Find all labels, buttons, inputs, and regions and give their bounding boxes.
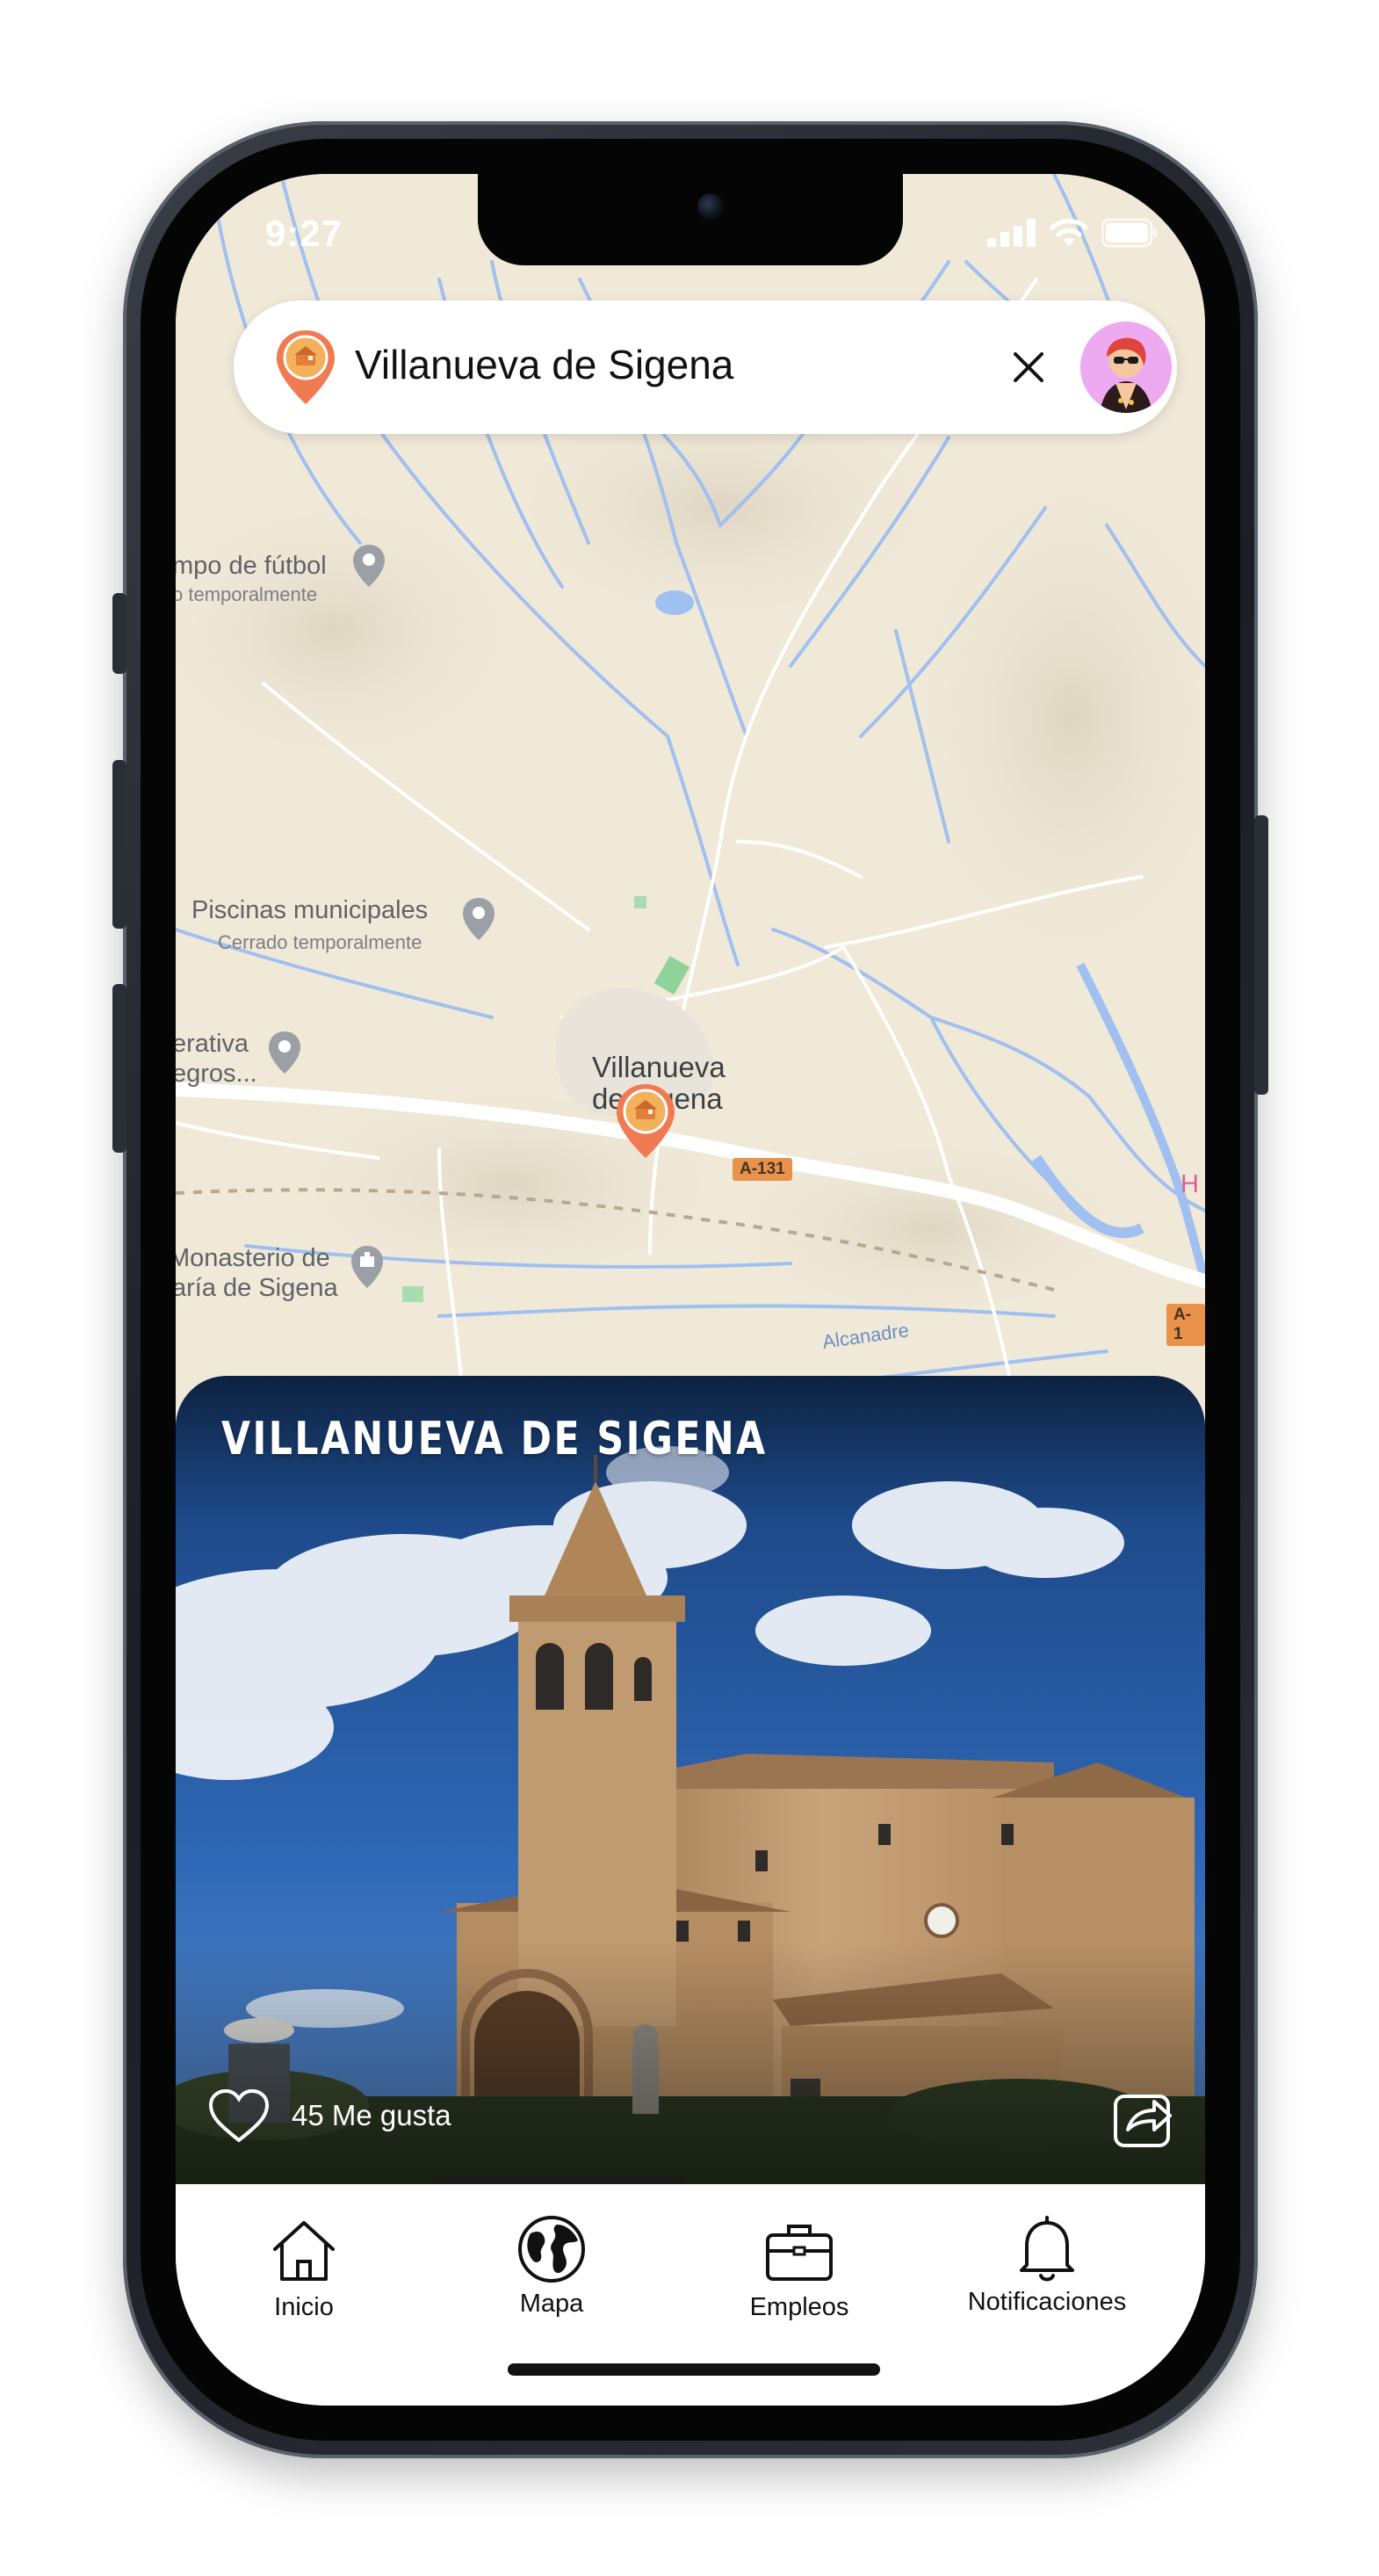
battery-icon [1101, 218, 1157, 248]
volume-up-button [112, 760, 126, 929]
map-label-monastery-1: Monasterio de [176, 1244, 330, 1272]
home-icon [273, 2221, 335, 2281]
tab-mapa-label: Mapa [519, 2290, 584, 2318]
status-time: 9:27 [265, 213, 343, 254]
share-icon[interactable] [1110, 2084, 1177, 2151]
search-bar[interactable]: Villanueva de Sigena [234, 300, 1177, 434]
road-badge: A-131 [733, 1158, 792, 1181]
home-indicator[interactable] [508, 2363, 880, 2376]
map-label-coop-1: erativa [176, 1030, 249, 1058]
road-badge: A-1 [1166, 1304, 1205, 1346]
wifi-icon [1050, 219, 1088, 246]
like-button[interactable]: 45 Me gusta [207, 2088, 451, 2144]
map-label-edge: H [1180, 1170, 1199, 1198]
tab-notificaciones[interactable]: Notificaciones [942, 2216, 1152, 2317]
tab-empleos[interactable]: Empleos [694, 2219, 905, 2322]
tab-inicio[interactable]: Inicio [199, 2219, 409, 2322]
tab-empleos-label: Empleos [749, 2293, 849, 2321]
poi-pin-icon[interactable] [267, 1030, 302, 1075]
mute-switch [112, 593, 126, 674]
notch [478, 174, 903, 265]
card-drag-handle[interactable] [432, 2177, 687, 2184]
bell-icon [1020, 2216, 1074, 2282]
globe-icon [518, 2216, 585, 2283]
cellular-signal-icon [987, 219, 1036, 247]
poi-pin-icon[interactable] [461, 896, 496, 942]
place-title: VILLANUEVA DE SIGENA [221, 1413, 768, 1465]
power-button [1254, 815, 1268, 1095]
status-icons [987, 218, 1158, 248]
user-avatar[interactable] [1080, 322, 1172, 413]
tab-notificaciones-label: Notificaciones [967, 2288, 1127, 2316]
map-label-football: mpo de fútbol [176, 552, 327, 580]
tab-mapa[interactable]: Mapa [446, 2216, 657, 2319]
camera [697, 193, 724, 220]
search-query[interactable]: Villanueva de Sigena [355, 341, 733, 388]
like-count: 45 Me gusta [292, 2099, 451, 2131]
volume-down-button [112, 984, 126, 1153]
map-label-pools: Piscinas municipales [191, 896, 429, 924]
place-card[interactable]: VILLANUEVA DE SIGENA 45 Me gusta [176, 1376, 1205, 2184]
location-pin-icon [277, 330, 335, 404]
map-label-monastery-2: aría de Sigena [176, 1274, 338, 1302]
poi-pin-icon[interactable] [351, 543, 386, 589]
monument-pin-icon[interactable] [350, 1244, 385, 1290]
briefcase-icon [766, 2225, 833, 2281]
place-photo [176, 1376, 1205, 2184]
map-label-coop-2: egros... [176, 1060, 257, 1088]
heart-icon [208, 2088, 270, 2143]
map-label-town-1: Villanueva [592, 1051, 726, 1083]
location-marker-icon[interactable] [613, 1081, 678, 1161]
screen: mpo de fútbol o temporalmente Piscinas m… [176, 174, 1205, 2406]
map-sublabel-football: o temporalmente [176, 583, 318, 605]
tab-inicio-label: Inicio [274, 2293, 334, 2321]
close-icon [1014, 352, 1043, 382]
map-sublabel-pools: Cerrado temporalmente [218, 931, 422, 953]
avatar-illustration [1080, 322, 1172, 413]
clear-search-button[interactable] [1002, 341, 1055, 394]
